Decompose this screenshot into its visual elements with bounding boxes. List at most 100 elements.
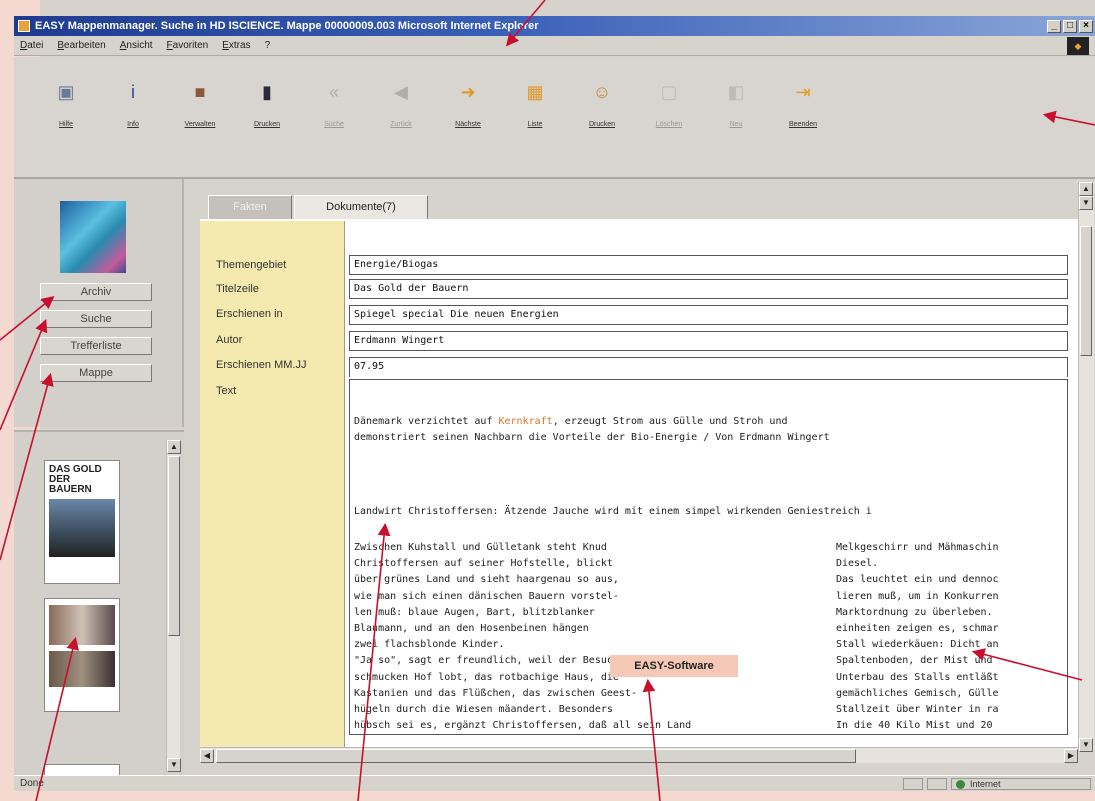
menu-favoriten[interactable]: Favoriten [167,40,209,51]
status-text: Done [20,778,44,789]
ie-throbber-icon: ◆ [1067,36,1089,55]
search-icon: « [328,81,339,102]
help-icon: ▣ [57,81,75,102]
maximize-button[interactable]: □ [1063,19,1077,33]
article-line: lieren muß, um in Konkurren [836,590,999,602]
main-scroll-mid-icon[interactable]: ▼ [1079,196,1093,210]
autor-field[interactable]: Erdmann Wingert [349,331,1068,351]
menu-help[interactable]: ? [265,40,271,51]
toolbar-label: Neu [729,121,743,128]
toolbar-label: Verwalten [184,121,216,128]
titelzeile-field[interactable]: Das Gold der Bauern [349,279,1068,299]
thumbnail-scrollbar[interactable]: ▲ ▼ [166,440,181,772]
exit-icon: ⇥ [795,81,811,102]
lead-line-2: demonstriert seinen Nachbarn die Vorteil… [354,432,830,443]
toolbar-button-10[interactable]: ◧ Neu [706,79,766,177]
menu-bar: Datei Bearbeiten Ansicht Favoriten Extra… [14,36,1095,56]
field-labels: Themengebiet Titelzeile Erschienen in Au… [200,221,340,749]
main-vscroll-track: ▲ ▼ ▼ [1078,182,1093,752]
toolbar-button-11[interactable]: ⇥ Beenden [773,79,833,177]
easy-software-logo: EASY-Software [610,655,738,677]
article-line: Diesel. [836,558,879,570]
toolbar-label: Nächste [455,121,481,128]
article-line: Stall wiederkäuen: Dicht an [836,639,999,651]
main-scroll-thumb[interactable] [1080,226,1092,356]
article-line: Das leuchtet ein und dennoc [836,574,999,586]
toolbar-label: Info [127,121,139,128]
label-erschienen-in: Erschienen in [216,308,283,320]
folder-cover-image [60,201,126,273]
toolbar-button-3[interactable]: ▮ Drucken [237,79,297,177]
article-text-field[interactable]: Dänemark verzichtet auf Kernkraft, erzeu… [349,379,1068,735]
list-icon: ▦ [526,81,544,102]
user-print-icon: ☺ [592,81,612,102]
scroll-thumb[interactable] [168,456,180,636]
article-line: über grünes Land und sieht haargenau so … [354,574,619,586]
erschienen-datum-field[interactable]: 07.95 [349,357,1068,377]
article-headline: Landwirt Christoffersen: Ätzende Jauche … [354,506,872,517]
article-line: wie man sich einen dänischen Bauern vors… [354,590,619,602]
label-themengebiet: Themengebiet [216,259,287,271]
toolbar-button-9[interactable]: ▢ Löschen [639,79,699,177]
themengebiet-field[interactable]: Energie/Biogas [349,255,1068,275]
article-line: hügeln durch die Wiesen mäandert. Besond… [354,704,613,715]
tab-dokumente[interactable]: Dokumente(7) [294,195,428,219]
highlighted-keyword: Kernkraft [498,416,553,427]
horizontal-scroll-thumb[interactable] [216,749,856,763]
close-button[interactable]: × [1079,19,1093,33]
toolbar-button-6[interactable]: ➜ Nächste [438,79,498,177]
erschienen-in-field[interactable]: Spiegel special Die neuen Energien [349,305,1068,325]
toolbar-label: Löschen [655,121,683,128]
menu-extras[interactable]: Extras [222,40,250,51]
toolbar-button-0[interactable]: ▣ Hilfe [36,79,96,177]
print-icon: ▮ [262,81,272,102]
document-thumbnail-strip: DAS GOLD DER BAUERN ▲ ▼ [14,430,184,780]
navigation-panel: Archiv Suche Trefferliste Mappe [14,179,184,427]
toolbar-button-5[interactable]: ◀ Zurück [371,79,431,177]
status-cell [927,777,947,790]
article-line: Melkgeschirr und Mähmaschin [836,542,999,553]
toolbar-button-4[interactable]: « Suche [304,79,364,177]
minimize-button[interactable]: _ [1047,19,1061,33]
article-line: In die 40 Kilo Mist und 20 [836,720,993,732]
main-vertical-scrollbar[interactable]: ▲ ▼ ▼ [1078,182,1094,752]
archiv-button[interactable]: Archiv [40,283,152,301]
article-line: zwei flachsblonde Kinder. [354,639,505,651]
toolbar-button-8[interactable]: ☺ Drucken [572,79,632,177]
scroll-up-icon[interactable]: ▲ [167,440,181,454]
toolbar-label: Drucken [588,121,616,128]
thumbnail-page-1[interactable]: DAS GOLD DER BAUERN [44,460,120,584]
menu-datei[interactable]: Datei [20,40,43,51]
toolbar-button-1[interactable]: i Info [103,79,163,177]
horizontal-scrollbar[interactable]: ◀ ▶ [200,747,1078,763]
article-line: len muß: blaue Augen, Bart, blitzblanker [354,606,595,618]
mappe-button[interactable]: Mappe [40,364,152,382]
document-details-panel: Fakten Dokumente(7) Themengebiet Titelze… [186,179,1095,765]
toolbar-button-2[interactable]: ■ Verwalten [170,79,230,177]
article-line: Kastanien und das Flüßchen, das zwischen… [354,687,637,699]
window-titlebar[interactable]: EASY Mappenmanager. Suche in HD ISCIENCE… [14,16,1095,36]
suche-button[interactable]: Suche [40,310,152,328]
scroll-left-icon[interactable]: ◀ [200,749,214,763]
article-line: Zwischen Kuhstall und Gülletank steht Kn… [354,542,607,553]
toolbar-label: Hilfe [58,121,73,128]
article-line: gemächliches Gemisch, Gülle [836,687,999,699]
thumbnail-photo-b [49,651,115,687]
toolbar-button-7[interactable]: ▦ Liste [505,79,565,177]
thumbnail-photo [49,499,115,557]
article-line: einheiten zeigen es, schmar [836,623,999,634]
thumbnail-page-2[interactable] [44,598,120,712]
main-scroll-up-icon[interactable]: ▲ [1079,182,1093,196]
status-bar: Done Internet [14,775,1095,791]
menu-ansicht[interactable]: Ansicht [120,40,153,51]
scroll-down-icon[interactable]: ▼ [167,758,181,772]
scroll-right-icon[interactable]: ▶ [1064,749,1078,763]
main-toolbar: ▣ Hilfe i Info ■ Verwalten ▮ Drucken « Suche ◀ Zurü… [14,57,1095,179]
main-scroll-down-icon[interactable]: ▼ [1079,738,1093,752]
thumbnail-photo-a [49,605,115,645]
tab-fakten[interactable]: Fakten [208,195,292,219]
menu-bearbeiten[interactable]: Bearbeiten [57,40,105,51]
trefferliste-button[interactable]: Trefferliste [40,337,152,355]
article-line: Spaltenboden, der Mist und [836,655,993,667]
back-icon: ◀ [394,81,408,102]
